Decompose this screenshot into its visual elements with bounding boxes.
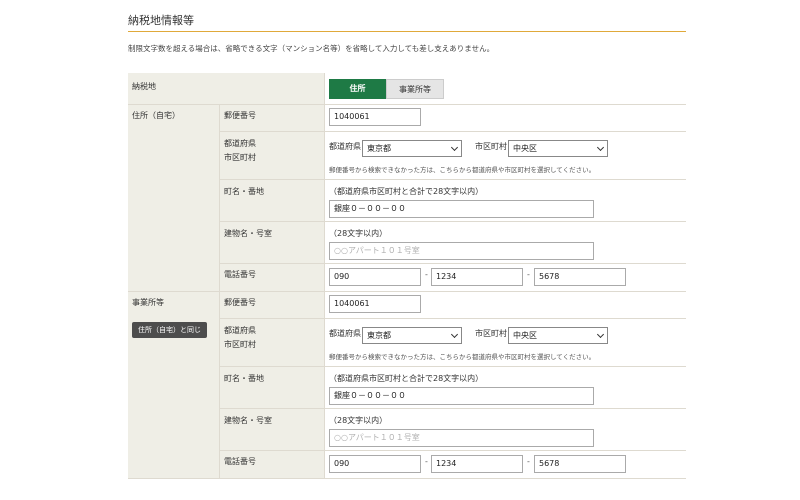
section-title: 納税地情報等 [128, 12, 686, 32]
office-phone-3[interactable]: 5678 [534, 455, 626, 473]
office-postal-input[interactable]: 1040061 [329, 295, 421, 313]
home-postal-label: 郵便番号 [224, 111, 256, 120]
phone-separator: - [527, 270, 530, 279]
office-town-note: （都道府県市区町村と合計で28文字以内） [329, 374, 484, 383]
home-city-value: 中央区 [513, 144, 537, 153]
home-group: 住所（自宅） [128, 105, 219, 292]
home-city-label: 市区町村 [224, 153, 256, 162]
home-phone-1[interactable]: 090 [329, 268, 421, 286]
phone-separator: - [425, 270, 428, 279]
home-building-label: 建物名・号室 [224, 229, 272, 238]
office-phone-1[interactable]: 090 [329, 455, 421, 473]
office-town-label: 町名・番地 [224, 374, 264, 383]
office-building-row: 建物名・号室 （28文字以内） ○○アパート１０１号室 [219, 409, 686, 451]
home-pref-label: 都道府県 [224, 139, 256, 148]
nozeichi-label: 納税地 [132, 82, 156, 91]
home-group-label: 住所（自宅） [132, 111, 180, 120]
office-building-input[interactable]: ○○アパート１０１号室 [329, 429, 594, 447]
home-pref-row: 都道府県 市区町村 都道府県 東京都 市区町村 中央区 郵便番号から検索できなか… [219, 132, 686, 180]
home-town-input[interactable]: 銀座０－００－００ [329, 200, 594, 218]
tax-address-form: 納税地 住所 事業所等 住所（自宅） 郵便番号 1040061 都道府県 市区町… [128, 73, 686, 479]
office-building-label: 建物名・号室 [224, 416, 272, 425]
home-town-note: （都道府県市区町村と合計で28文字以内） [329, 187, 484, 196]
home-town-label: 町名・番地 [224, 187, 264, 196]
office-building-note: （28文字以内） [329, 416, 388, 425]
office-group-label: 事業所等 [132, 298, 164, 307]
home-phone-3[interactable]: 5678 [534, 268, 626, 286]
office-group: 事業所等 住所（自宅）と同じ [128, 292, 219, 479]
home-building-input[interactable]: ○○アパート１０１号室 [329, 242, 594, 260]
chevron-down-icon [450, 143, 459, 152]
office-pref-select[interactable]: 東京都 [362, 327, 462, 344]
home-pref-inline-label: 都道府県 [329, 142, 361, 151]
nozeichi-row: 納税地 住所 事業所等 [128, 73, 686, 105]
chevron-down-icon [596, 330, 605, 339]
office-city-label: 市区町村 [224, 340, 256, 349]
home-town-row: 町名・番地 （都道府県市区町村と合計で28文字以内） 銀座０－００－００ [219, 180, 686, 222]
office-phone-row: 電話番号 090 - 1234 - 5678 [219, 451, 686, 479]
office-postal-label: 郵便番号 [224, 298, 256, 307]
office-postal-row: 郵便番号 1040061 [219, 292, 686, 319]
home-city-select[interactable]: 中央区 [508, 140, 608, 157]
same-as-home-button[interactable]: 住所（自宅）と同じ [132, 322, 207, 338]
office-phone-2[interactable]: 1234 [431, 455, 523, 473]
home-building-row: 建物名・号室 （28文字以内） ○○アパート１０１号室 [219, 222, 686, 264]
input-notice: 制限文字数を超える場合は、省略できる文字（マンション名等）を省略して入力しても差… [128, 44, 495, 53]
office-city-value: 中央区 [513, 331, 537, 340]
home-pref-value: 東京都 [367, 144, 391, 153]
tab-home-address[interactable]: 住所 [329, 79, 386, 99]
office-city-select[interactable]: 中央区 [508, 327, 608, 344]
phone-separator: - [527, 457, 530, 466]
home-phone-2[interactable]: 1234 [431, 268, 523, 286]
chevron-down-icon [596, 143, 605, 152]
home-postal-input[interactable]: 1040061 [329, 108, 421, 126]
office-town-input[interactable]: 銀座０－００－００ [329, 387, 594, 405]
chevron-down-icon [450, 330, 459, 339]
home-building-note: （28文字以内） [329, 229, 388, 238]
office-pref-row: 都道府県 市区町村 都道府県 東京都 市区町村 中央区 郵便番号から検索できなか… [219, 319, 686, 367]
phone-separator: - [425, 457, 428, 466]
home-pref-select[interactable]: 東京都 [362, 140, 462, 157]
office-town-row: 町名・番地 （都道府県市区町村と合計で28文字以内） 銀座０－００－００ [219, 367, 686, 409]
home-postal-row: 郵便番号 1040061 [219, 105, 686, 132]
home-phone-row: 電話番号 090 - 1234 - 5678 [219, 264, 686, 292]
home-pref-hint: 郵便番号から検索できなかった方は、こちらから都道府県や市区町村を選択してください… [329, 166, 596, 174]
tab-office[interactable]: 事業所等 [386, 79, 444, 99]
office-pref-inline-label: 都道府県 [329, 329, 361, 338]
home-city-inline-label: 市区町村 [475, 142, 507, 151]
office-pref-hint: 郵便番号から検索できなかった方は、こちらから都道府県や市区町村を選択してください… [329, 353, 596, 361]
home-phone-label: 電話番号 [224, 270, 256, 279]
office-pref-label: 都道府県 [224, 326, 256, 335]
office-phone-label: 電話番号 [224, 457, 256, 466]
office-city-inline-label: 市区町村 [475, 329, 507, 338]
office-pref-value: 東京都 [367, 331, 391, 340]
